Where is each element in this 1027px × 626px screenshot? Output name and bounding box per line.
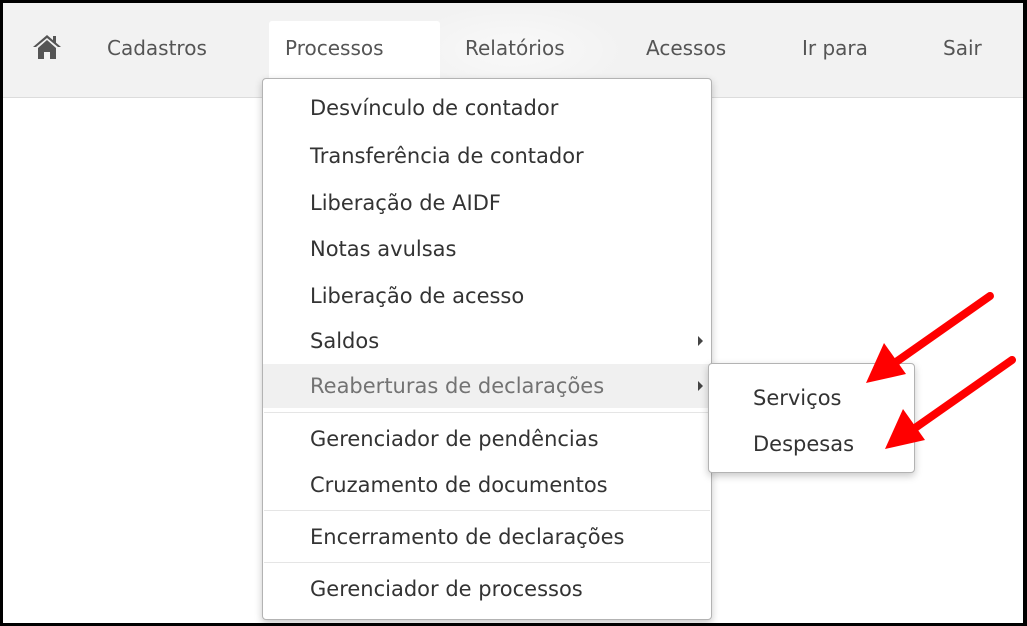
menu-item-label: Notas avulsas	[310, 237, 457, 261]
submenu-caret-icon	[698, 336, 703, 346]
nav-sair[interactable]: Sair	[943, 33, 982, 63]
menu-item-label: Transferência de contador	[310, 144, 584, 168]
menu-item-label: Encerramento de declarações	[310, 525, 625, 549]
menu-item-label: Cruzamento de documentos	[310, 473, 608, 497]
menu-divider	[264, 510, 710, 511]
menu-item-saldos[interactable]: Saldos	[263, 321, 711, 361]
menu-item-reaberturas-de-declaracoes[interactable]: Reaberturas de declarações	[263, 364, 711, 408]
processos-dropdown-menu: Desvínculo de contador Transferência de …	[262, 78, 712, 620]
menu-item-label: Gerenciador de pendências	[310, 427, 599, 451]
submenu-item-label: Despesas	[753, 432, 855, 456]
submenu-item-label: Serviços	[753, 386, 842, 410]
nav-acessos[interactable]: Acessos	[646, 33, 726, 63]
submenu-caret-icon	[698, 381, 703, 391]
home-icon[interactable]	[33, 35, 61, 59]
nav-processos[interactable]: Processos	[285, 33, 384, 63]
menu-item-gerenciador-de-pendencias[interactable]: Gerenciador de pendências	[263, 419, 711, 459]
menu-item-label: Reaberturas de declarações	[310, 374, 605, 398]
nav-ir-para[interactable]: Ir para	[802, 33, 868, 63]
menu-item-cruzamento-de-documentos[interactable]: Cruzamento de documentos	[263, 465, 711, 505]
menu-item-label: Liberação de AIDF	[310, 191, 501, 215]
reaberturas-submenu: Serviços Despesas	[708, 363, 915, 473]
menu-item-notas-avulsas[interactable]: Notas avulsas	[263, 229, 711, 269]
menu-item-liberacao-de-acesso[interactable]: Liberação de acesso	[263, 276, 711, 316]
menu-item-label: Saldos	[310, 329, 380, 353]
menu-item-label: Gerenciador de processos	[310, 577, 583, 601]
submenu-item-despesas[interactable]: Despesas	[709, 425, 914, 463]
menu-item-desvinculo-de-contador[interactable]: Desvínculo de contador	[263, 88, 711, 128]
menu-item-gerenciador-de-processos[interactable]: Gerenciador de processos	[263, 569, 711, 609]
menu-item-label: Desvínculo de contador	[310, 96, 559, 120]
menu-item-liberacao-de-aidf[interactable]: Liberação de AIDF	[263, 183, 711, 223]
submenu-item-servicos[interactable]: Serviços	[709, 379, 914, 417]
nav-cadastros[interactable]: Cadastros	[107, 33, 207, 63]
menu-item-label: Liberação de acesso	[310, 284, 525, 308]
nav-relatorios[interactable]: Relatórios	[465, 33, 565, 63]
menu-divider	[264, 412, 710, 413]
menu-item-transferencia-de-contador[interactable]: Transferência de contador	[263, 136, 711, 176]
menu-item-encerramento-de-declaracoes[interactable]: Encerramento de declarações	[263, 517, 711, 557]
menu-divider	[264, 562, 710, 563]
